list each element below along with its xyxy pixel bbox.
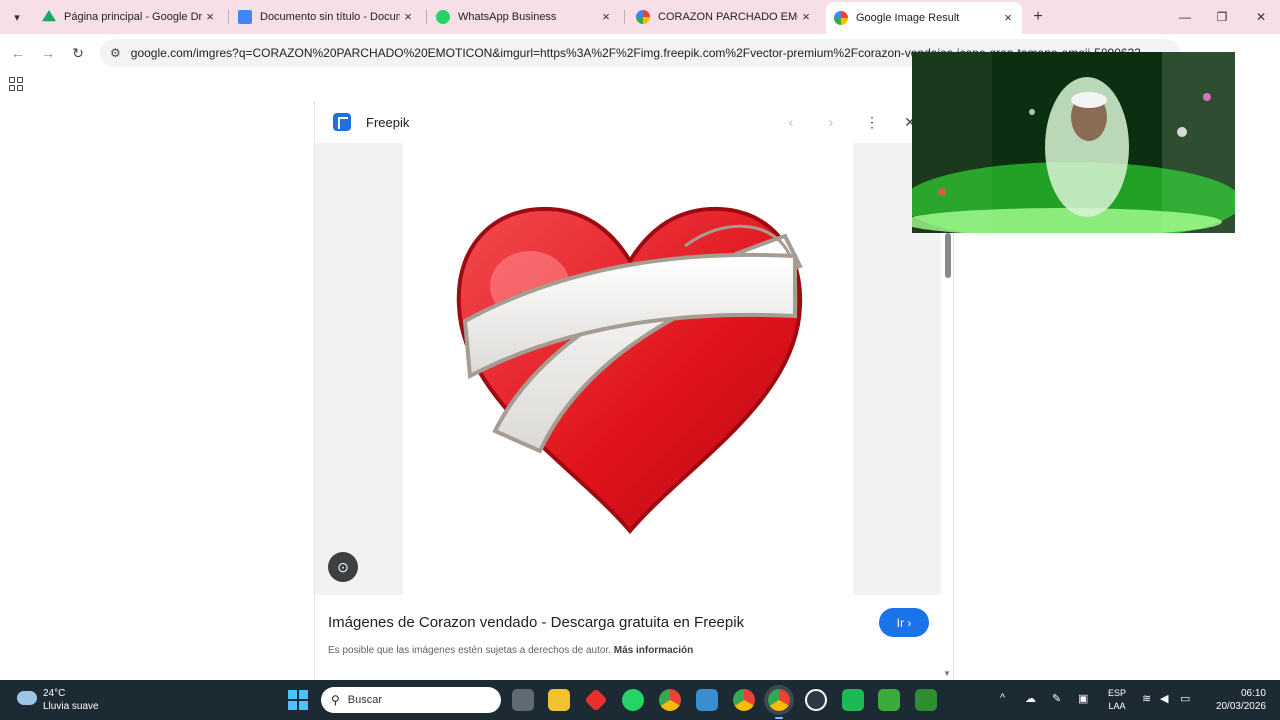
new-tab-button[interactable]: +: [1028, 7, 1048, 27]
chrome-profile-icon[interactable]: [733, 689, 755, 711]
more-info-link[interactable]: Más información: [614, 645, 693, 656]
google-icon: [636, 10, 650, 24]
clipboard-icon[interactable]: ▣: [1078, 692, 1088, 705]
back-icon[interactable]: ←: [8, 43, 28, 63]
tab-separator: [624, 10, 625, 24]
reload-icon[interactable]: ↻: [68, 43, 88, 63]
tab-title: WhatsApp Business: [458, 11, 557, 23]
language-indicator[interactable]: ESP LAA: [1108, 687, 1126, 713]
cloud-sync-icon[interactable]: ☁: [1025, 692, 1036, 705]
clock-date: 20/03/2026: [1215, 701, 1266, 712]
system-clock[interactable]: 06:10 20/03/2026: [1210, 687, 1266, 713]
clock-time: 06:10: [1240, 688, 1266, 699]
chrome-active-icon[interactable]: [768, 689, 790, 711]
forward-icon[interactable]: →: [38, 43, 58, 63]
maximize-button[interactable]: ❐: [1211, 6, 1233, 28]
close-tab-icon[interactable]: ×: [400, 9, 416, 25]
copyright-notice: Es posible que las imágenes estén sujeta…: [328, 645, 693, 656]
battery-icon[interactable]: ▭: [1180, 692, 1190, 705]
search-placeholder: Buscar: [347, 694, 383, 706]
tab-title: Google Image Result: [856, 12, 960, 24]
weather-temperature[interactable]: 24°C: [43, 688, 65, 699]
tab-title: CORAZON PARCHADO EMOTIC: [658, 11, 798, 23]
google-icon: [834, 11, 848, 25]
keyboard-layout: LAA: [1108, 701, 1126, 711]
tab-title: Página principal - Google Drive: [64, 11, 202, 23]
tab-google-docs[interactable]: Documento sin título - Docume ×: [230, 4, 422, 30]
previous-image-icon[interactable]: ‹: [781, 112, 801, 132]
site-info-icon[interactable]: ⚙: [110, 46, 121, 60]
active-app-indicator: [775, 717, 783, 719]
file-explorer-icon[interactable]: [548, 689, 570, 711]
tab-corazon-search[interactable]: CORAZON PARCHADO EMOTIC ×: [628, 4, 820, 30]
anydesk-icon[interactable]: [584, 688, 608, 712]
tab-search-icon[interactable]: ▾: [6, 6, 28, 28]
google-drive-icon: [42, 10, 56, 22]
bandaged-heart-image: [456, 206, 803, 535]
tab-separator: [426, 10, 427, 24]
search-icon: ⚲: [331, 693, 340, 707]
windows-taskbar: 24°C Lluvia suave ⚲ Buscar ^ ☁ ✎ ▣ ESP L…: [0, 680, 1280, 720]
volume-icon[interactable]: ◀: [1160, 692, 1168, 705]
tab-separator: [228, 10, 229, 24]
rights-text: Es posible que las imágenes estén sujeta…: [328, 645, 611, 656]
task-view-icon[interactable]: [512, 689, 534, 711]
weather-description[interactable]: Lluvia suave: [43, 701, 99, 712]
close-tab-icon[interactable]: ×: [798, 9, 814, 25]
close-tab-icon[interactable]: ×: [202, 9, 218, 25]
result-title[interactable]: Imágenes de Corazon vendado - Descarga g…: [328, 614, 744, 631]
taskbar-search[interactable]: ⚲ Buscar: [321, 687, 501, 713]
wifi-icon[interactable]: ≋: [1142, 692, 1151, 705]
scroll-down-icon[interactable]: ▼: [943, 669, 951, 678]
freepik-logo-icon: [333, 113, 351, 131]
whatsapp-taskbar-icon[interactable]: [622, 689, 644, 711]
weather-cloud-icon[interactable]: [17, 691, 37, 705]
green-app-icon[interactable]: [842, 689, 864, 711]
tab-whatsapp[interactable]: WhatsApp Business ×: [428, 4, 620, 30]
minimize-button[interactable]: —: [1174, 6, 1196, 28]
apps-grid-icon[interactable]: [9, 77, 23, 91]
preview-header: Freepik ‹ › ⋮ ✕: [315, 101, 953, 143]
whatsapp-icon: [436, 10, 450, 24]
lens-icon: ⊙: [337, 558, 349, 575]
next-image-icon[interactable]: ›: [821, 112, 841, 132]
visit-button[interactable]: Ir ›: [879, 608, 929, 637]
semin-app-icon[interactable]: [878, 689, 900, 711]
webcam-overlay: [912, 52, 1235, 233]
pen-icon[interactable]: ✎: [1052, 692, 1061, 705]
close-tab-icon[interactable]: ×: [598, 9, 614, 25]
source-name[interactable]: Freepik: [366, 115, 409, 130]
webcam-feed-image: [912, 52, 1235, 233]
language-code: ESP: [1108, 688, 1127, 698]
tab-google-drive[interactable]: Página principal - Google Drive ×: [34, 4, 224, 30]
more-options-icon[interactable]: ⋮: [862, 112, 882, 132]
scrollbar-thumb[interactable]: [945, 233, 951, 278]
image-preview-panel: Freepik ‹ › ⋮ ✕ ⊙ ▼ Imágenes de Corazon: [314, 101, 954, 680]
google-lens-button[interactable]: ⊙: [328, 552, 358, 582]
tab-title: Documento sin título - Docume: [260, 11, 400, 23]
chrome-icon[interactable]: [659, 689, 681, 711]
close-window-button[interactable]: ✕: [1250, 6, 1272, 28]
close-tab-icon[interactable]: ×: [1000, 10, 1016, 26]
start-button[interactable]: [288, 690, 308, 710]
show-hidden-icons-icon[interactable]: ^: [1000, 692, 1005, 704]
tab-google-image-result[interactable]: Google Image Result ×: [826, 2, 1022, 34]
google-docs-icon: [238, 10, 252, 24]
tab-strip: ▾ Página principal - Google Drive × Docu…: [0, 0, 1280, 34]
photos-icon[interactable]: [696, 689, 718, 711]
green-document-icon[interactable]: [915, 689, 937, 711]
clock-app-icon[interactable]: [805, 689, 827, 711]
